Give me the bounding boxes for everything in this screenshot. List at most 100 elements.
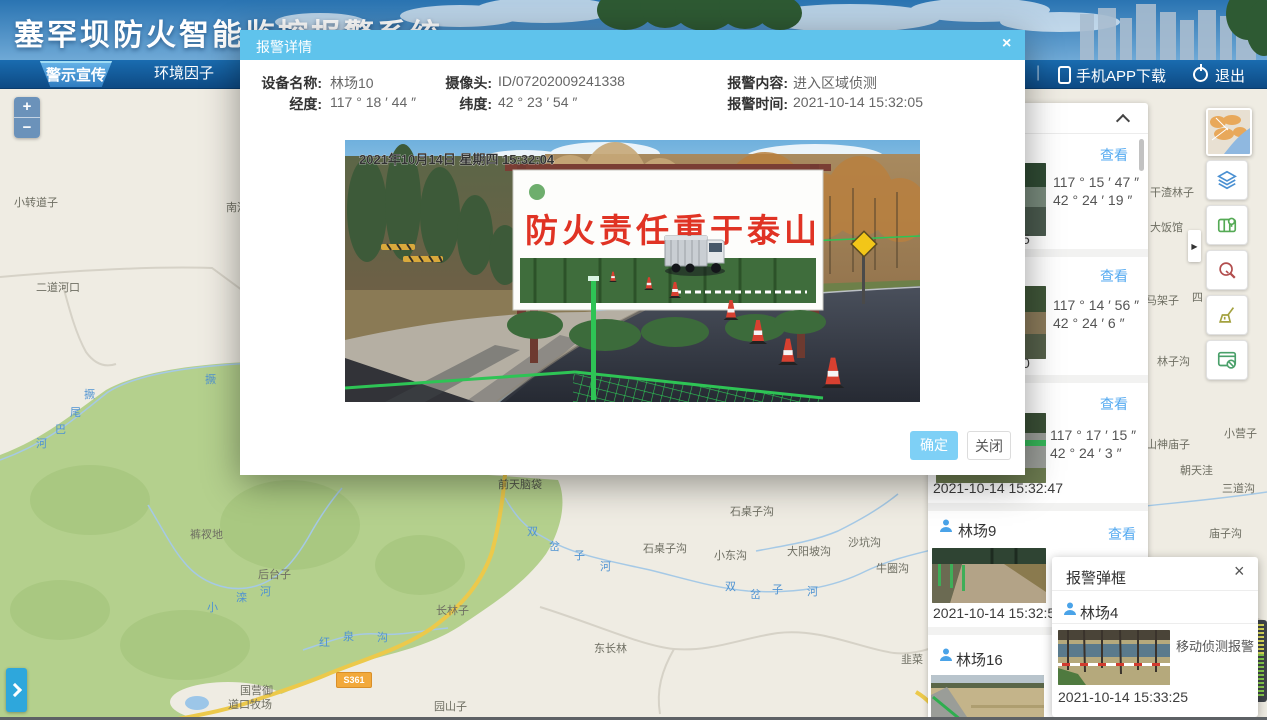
clear-map-tool-button[interactable]: [1206, 295, 1248, 335]
modal-title: 报警详情: [256, 37, 312, 57]
map-label: 林子沟: [1157, 353, 1190, 369]
chevron-right-icon: [8, 683, 22, 697]
alarm-thumbnail[interactable]: [932, 548, 1046, 603]
map-label: 小营子: [1224, 425, 1257, 441]
view-link[interactable]: 查看: [1108, 524, 1136, 544]
popup-thumbnail[interactable]: [1058, 630, 1170, 685]
phone-icon: [1058, 66, 1071, 84]
map-pin-icon: [1216, 214, 1238, 236]
search-area-tool-button[interactable]: [1206, 250, 1248, 290]
list-divider: [928, 503, 1148, 511]
logout-button[interactable]: 退出: [1215, 65, 1245, 86]
map-zoom-control: + −: [14, 97, 40, 138]
panel-expand-button[interactable]: [6, 668, 27, 712]
window-block-icon: [1216, 349, 1238, 371]
magnifier-icon: [1216, 259, 1238, 281]
alarm-latitude: 42 ° 24 ′ 6 ″: [1053, 315, 1125, 331]
tools-slide-handle[interactable]: ▶: [1188, 230, 1201, 262]
app-download-link[interactable]: 手机APP下载: [1076, 65, 1166, 86]
map-label: 二道河口: [36, 279, 80, 295]
zoom-in-button[interactable]: +: [14, 97, 40, 117]
map-label: 河: [807, 583, 818, 599]
map-label: 沙坑沟: [848, 534, 881, 550]
map-label: 河: [600, 558, 611, 574]
map-label: 沟: [377, 629, 388, 645]
alarm-latitude: 42 ° 24 ′ 19 ″: [1053, 192, 1132, 208]
view-link[interactable]: 查看: [1100, 394, 1128, 414]
panel-scrollbar[interactable]: [1139, 139, 1144, 171]
popup-close-button[interactable]: ×: [1234, 561, 1245, 582]
popup-title: 报警弹框: [1066, 567, 1126, 588]
map-label: 子: [574, 547, 585, 563]
field-label: 报警内容:: [708, 73, 788, 93]
close-button[interactable]: 关闭: [967, 431, 1011, 460]
map-label: 巴: [55, 421, 66, 437]
overview-minimap[interactable]: [1206, 108, 1252, 156]
alarm-content-value: 进入区域侦测: [793, 73, 877, 93]
modal-close-button[interactable]: ×: [1002, 35, 1011, 53]
map-label: 牛圈沟: [876, 560, 909, 576]
camera-id-value: ID/07202009241338: [498, 73, 625, 89]
app-window: 小转道子南河泊二道河口裤衩地后台子长林子东长林园山子国营御道口牧场前天脑袋石桌子…: [0, 0, 1267, 720]
alarm-latitude: 42 ° 24 ′ 3 ″: [1050, 445, 1122, 461]
map-label: 长林子: [436, 602, 469, 618]
disable-popup-tool-button[interactable]: [1206, 340, 1248, 380]
divider: [1052, 623, 1258, 624]
view-link[interactable]: 查看: [1100, 145, 1128, 165]
alarm-longitude: 117 ° 15 ′ 47 ″: [1053, 174, 1139, 190]
alarm-time: 2021-10-14 15:33:25: [1058, 689, 1188, 705]
device-name-value: 林场10: [330, 73, 374, 93]
field-label: 报警时间:: [708, 94, 788, 114]
field-label: 经度:: [242, 94, 322, 114]
map-label: 双: [725, 578, 736, 594]
map-label: 前天脑袋: [498, 476, 542, 492]
map-label: 小东沟: [714, 547, 747, 563]
map-label: 园山子: [434, 698, 467, 714]
map-label: 红: [319, 634, 330, 650]
map-label: 双: [527, 523, 538, 539]
map-label: 泉: [343, 628, 354, 644]
latitude-value: 42 ° 23 ′ 54 ″: [498, 94, 577, 110]
field-label: 纬度:: [412, 94, 492, 114]
divider: [1052, 590, 1258, 591]
alarm-longitude: 117 ° 17 ′ 15 ″: [1050, 427, 1136, 443]
field-label: 摄像头:: [412, 73, 492, 93]
layers-icon: [1216, 169, 1238, 191]
popup-device-name: 林场4: [1080, 602, 1118, 623]
tab-warning-publicity[interactable]: 警示宣传: [33, 61, 119, 87]
map-label: 撅: [205, 371, 216, 387]
power-icon: [1193, 67, 1208, 82]
map-label: 山神庙子: [1146, 436, 1190, 452]
broom-icon: [1216, 304, 1238, 326]
map-label: 裤衩地: [190, 526, 223, 542]
person-icon: [1062, 601, 1078, 622]
map-marker-tool-button[interactable]: [1206, 205, 1248, 245]
person-icon: [938, 647, 954, 668]
alarm-snapshot: 防火责任重于泰山: [345, 140, 920, 402]
tab-environment-factor[interactable]: 环境因子: [138, 60, 230, 88]
map-label: 道口牧场: [228, 696, 272, 712]
modal-header: 报警详情 ×: [240, 30, 1025, 60]
layers-tool-button[interactable]: [1206, 160, 1248, 200]
collapse-icon: [1116, 114, 1130, 128]
map-label: 后台子: [258, 566, 291, 582]
nav-divider: |: [1036, 64, 1040, 82]
map-label: 撅: [84, 386, 95, 402]
map-label: 三道沟: [1222, 480, 1255, 496]
map-label: 大阳坡沟: [787, 543, 831, 559]
map-label: 河: [36, 435, 47, 451]
snapshot-art: 防火责任重于泰山: [345, 140, 920, 402]
alarm-thumbnail[interactable]: [931, 675, 1044, 720]
alarm-time: 2021-10-14 15:32:55: [933, 605, 1063, 621]
alarm-time: 2021-10-14 15:32:47: [933, 480, 1063, 496]
confirm-button[interactable]: 确定: [910, 431, 958, 460]
map-label: 庙子沟: [1209, 525, 1242, 541]
map-label: 子: [772, 581, 783, 597]
map-label: 石桌子沟: [730, 503, 774, 519]
alarm-time-value: 2021-10-14 15:32:05: [793, 94, 923, 110]
zoom-out-button[interactable]: −: [14, 117, 40, 138]
map-label: 小转道子: [14, 194, 58, 210]
alarm-detail-modal: 报警详情 × 设备名称: 林场10 摄像头: ID/07202009241338…: [240, 30, 1025, 475]
view-link[interactable]: 查看: [1100, 266, 1128, 286]
map-label: 朝天洼: [1180, 462, 1213, 478]
